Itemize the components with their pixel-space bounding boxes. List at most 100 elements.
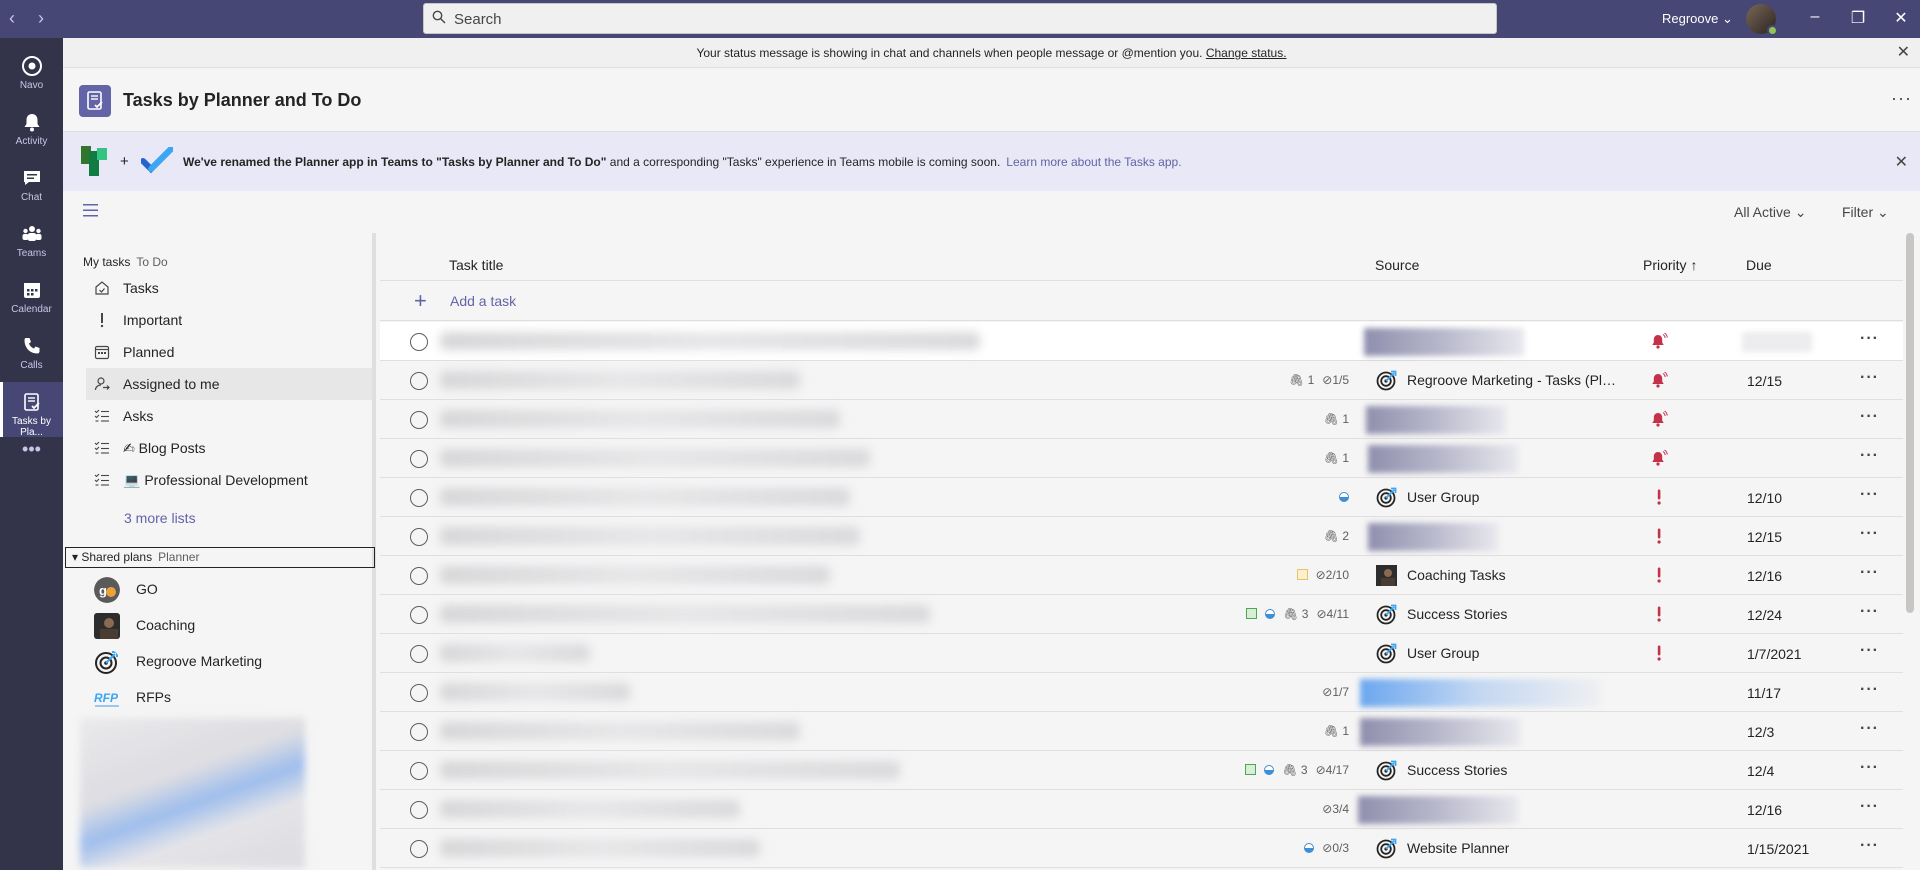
more-options-icon[interactable]: ··· <box>1860 759 1879 777</box>
rail-chat[interactable]: Chat <box>0 158 63 213</box>
complete-task-checkbox[interactable] <box>410 528 428 546</box>
table-row[interactable]: ⊘0/3 Website Planner 1/15/2021 ··· <box>380 829 1903 868</box>
list-item-important[interactable]: Important <box>86 304 372 336</box>
table-row[interactable]: ··· <box>380 322 1903 361</box>
forward-arrow-icon[interactable]: › <box>38 8 44 29</box>
change-status-link[interactable]: Change status. <box>1206 46 1287 60</box>
rail-calendar[interactable]: Calendar <box>0 270 63 325</box>
rail-activity[interactable]: Activity <box>0 102 63 157</box>
plan-item-regroove-marketing[interactable]: Regroove Marketing <box>86 645 372 677</box>
table-row[interactable]: ⊘1/7 11/17 ··· <box>380 673 1903 712</box>
rail-navo[interactable]: Navo <box>0 46 63 101</box>
more-options-icon[interactable]: ··· <box>1860 798 1879 816</box>
redacted-task-title[interactable] <box>440 488 850 506</box>
more-options-icon[interactable]: ··· <box>1860 720 1879 738</box>
list-item-blog-posts[interactable]: ✍ Blog Posts <box>86 432 372 464</box>
source-label[interactable]: Success Stories <box>1407 762 1507 778</box>
table-row[interactable]: ⊘3/4 12/16 ··· <box>380 790 1903 829</box>
complete-task-checkbox[interactable] <box>410 645 428 663</box>
more-options-icon[interactable]: ··· <box>1860 642 1879 660</box>
plan-item-go[interactable]: g GO <box>86 573 372 605</box>
rail-tasks[interactable]: Tasks by Pla... <box>0 382 63 438</box>
redacted-task-title[interactable] <box>440 449 870 467</box>
complete-task-checkbox[interactable] <box>410 840 428 858</box>
table-row[interactable]: ⊘2/10 Coaching Tasks 12/16 ··· <box>380 556 1903 595</box>
list-item-planned[interactable]: Planned <box>86 336 372 368</box>
table-row[interactable]: 🖇 3 ⊘4/11 Success Stories 12/24 ··· <box>380 595 1903 634</box>
minimize-icon[interactable]: – <box>1803 8 1827 26</box>
redacted-task-title[interactable] <box>440 800 740 818</box>
rail-calls[interactable]: Calls <box>0 326 63 381</box>
complete-task-checkbox[interactable] <box>410 801 428 819</box>
source-label[interactable]: Success Stories <box>1407 606 1507 622</box>
complete-task-checkbox[interactable] <box>410 723 428 741</box>
table-row[interactable]: User Group 1/7/2021 ··· <box>380 634 1903 673</box>
source-label[interactable]: Website Planner <box>1407 840 1509 856</box>
complete-task-checkbox[interactable] <box>410 567 428 585</box>
more-options-icon[interactable]: ··· <box>1860 681 1879 699</box>
list-item-asks[interactable]: Asks <box>86 400 372 432</box>
more-options-icon[interactable]: ··· <box>1860 525 1879 543</box>
source-label[interactable]: User Group <box>1407 489 1479 505</box>
hamburger-menu-icon[interactable] <box>83 204 98 217</box>
more-options-icon[interactable]: ··· <box>1860 603 1879 621</box>
table-row[interactable]: 🖇 1 ··· <box>380 400 1903 439</box>
restore-icon[interactable]: ❐ <box>1846 8 1870 28</box>
redacted-task-title[interactable] <box>440 566 830 584</box>
search-input[interactable] <box>454 8 1484 30</box>
rail-more-apps[interactable]: ••• <box>0 438 63 493</box>
plan-item-coaching[interactable]: Coaching <box>86 609 372 641</box>
complete-task-checkbox[interactable] <box>410 606 428 624</box>
learn-more-link[interactable]: Learn more about the Tasks app. <box>1006 155 1181 169</box>
complete-task-checkbox[interactable] <box>410 411 428 429</box>
rail-teams[interactable]: Teams <box>0 214 63 269</box>
more-options-icon[interactable]: ··· <box>1860 369 1879 387</box>
more-lists-link[interactable]: 3 more lists <box>124 510 196 526</box>
column-task-title[interactable]: Task title <box>449 257 503 273</box>
redacted-task-title[interactable] <box>440 761 900 779</box>
complete-task-checkbox[interactable] <box>410 762 428 780</box>
close-window-icon[interactable]: ✕ <box>1889 8 1913 28</box>
close-icon[interactable]: ✕ <box>1895 152 1908 172</box>
search-box[interactable] <box>423 3 1497 34</box>
tenant-switcher[interactable]: Regroove ⌄ <box>1662 11 1733 27</box>
list-item-tasks[interactable]: Tasks <box>86 272 372 304</box>
more-options-icon[interactable]: ··· <box>1860 447 1879 465</box>
complete-task-checkbox[interactable] <box>410 372 428 390</box>
table-row[interactable]: User Group 12/10 ··· <box>380 478 1903 517</box>
source-label[interactable]: Regroove Marketing - Tasks (Pla... <box>1407 372 1621 388</box>
add-task-row[interactable]: + Add a task <box>380 282 1903 321</box>
table-row[interactable]: 🖇 1 ⊘1/5 Regroove Marketing - Tasks (Pla..… <box>380 361 1903 400</box>
redacted-task-title[interactable] <box>440 722 800 740</box>
redacted-task-title[interactable] <box>440 332 980 350</box>
complete-task-checkbox[interactable] <box>410 684 428 702</box>
complete-task-checkbox[interactable] <box>410 450 428 468</box>
all-active-dropdown[interactable]: All Active ⌄ <box>1734 204 1806 221</box>
list-item-assigned-to-me[interactable]: Assigned to me <box>86 368 372 400</box>
redacted-task-title[interactable] <box>440 683 630 701</box>
more-options-icon[interactable]: ··· <box>1860 330 1879 348</box>
redacted-task-title[interactable] <box>440 605 930 623</box>
column-due[interactable]: Due <box>1746 257 1772 273</box>
column-source[interactable]: Source <box>1375 257 1419 273</box>
filter-dropdown[interactable]: Filter ⌄ <box>1842 204 1889 221</box>
complete-task-checkbox[interactable] <box>410 489 428 507</box>
back-arrow-icon[interactable]: ‹ <box>9 8 15 29</box>
table-row[interactable]: 🖇 1 12/3 ··· <box>380 712 1903 751</box>
table-row[interactable]: 🖇 1 ··· <box>380 439 1903 478</box>
more-options-icon[interactable]: ··· <box>1860 408 1879 426</box>
scrollbar[interactable] <box>1906 233 1914 613</box>
redacted-task-title[interactable] <box>440 371 800 389</box>
complete-task-checkbox[interactable] <box>410 333 428 351</box>
more-options-icon[interactable]: ··· <box>1860 486 1879 504</box>
source-label[interactable]: Coaching Tasks <box>1407 567 1506 583</box>
source-label[interactable]: User Group <box>1407 645 1479 661</box>
more-options-icon[interactable]: ··· <box>1891 88 1912 109</box>
shared-plans-header[interactable]: ▾ Shared plans Planner <box>65 547 375 568</box>
table-row[interactable]: 🖇 2 12/15 ··· <box>380 517 1903 556</box>
plan-item-rfps[interactable]: RFP RFPs <box>86 681 372 713</box>
close-icon[interactable]: ✕ <box>1897 38 1910 68</box>
user-avatar[interactable] <box>1746 4 1778 36</box>
redacted-task-title[interactable] <box>440 644 590 662</box>
redacted-task-title[interactable] <box>440 527 860 545</box>
